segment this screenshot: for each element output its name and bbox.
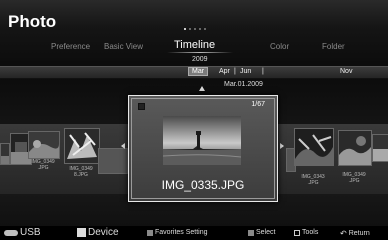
focused-photo-card[interactable]: 1/67 IMG_0335.JPG: [128, 95, 278, 202]
return-button[interactable]: ↶ Return: [340, 229, 370, 238]
date-label: Mar.01.2009: [224, 81, 263, 88]
scroll-left-icon[interactable]: [121, 143, 125, 149]
favorites-square-icon: [147, 229, 153, 236]
active-tab-underline: [167, 52, 233, 53]
photo-thumbnail[interactable]: [28, 131, 60, 159]
month-separator: |: [234, 68, 236, 75]
select-checkbox[interactable]: [138, 103, 145, 110]
photo-thumbnail[interactable]: [64, 128, 100, 164]
month-separator: |: [262, 68, 264, 75]
page-dot: [184, 28, 186, 30]
select-button[interactable]: Select: [248, 229, 275, 236]
thumbnail-caption: IMG_0349 .JPG: [342, 172, 366, 184]
return-label: Return: [348, 230, 370, 237]
caret-up-icon: [199, 86, 205, 91]
bottom-help-bar: USB Device Favorites Setting Select Tool…: [0, 226, 388, 240]
month-mar[interactable]: Mar: [188, 67, 209, 76]
photo-thumbnail[interactable]: [338, 130, 372, 166]
page-dot: [194, 28, 196, 30]
usb-label: USB: [20, 227, 41, 238]
tools-button[interactable]: Tools: [294, 229, 318, 236]
focused-photo-filename: IMG_0335.JPG: [161, 178, 245, 192]
month-nov[interactable]: Nov: [340, 68, 352, 75]
month-jun[interactable]: Jun: [240, 68, 251, 75]
device-square-icon: [77, 228, 86, 237]
month-apr[interactable]: Apr: [219, 68, 230, 75]
tab-timeline[interactable]: Timeline: [174, 39, 215, 51]
tab-basic-view[interactable]: Basic View: [104, 42, 143, 51]
photo-thumbnail[interactable]: [98, 148, 128, 174]
page-dot: [199, 28, 201, 30]
favorites-setting-button[interactable]: Favorites Setting: [147, 229, 208, 236]
page-dot: [204, 28, 206, 30]
page-indicator: [184, 28, 206, 30]
tab-color[interactable]: Color: [270, 42, 289, 51]
month-bar: Mar Apr | Jun | Nov: [0, 66, 388, 79]
favorites-label: Favorites Setting: [155, 229, 208, 236]
tab-folder[interactable]: Folder: [322, 42, 345, 51]
scroll-right-icon[interactable]: [280, 143, 284, 149]
focused-photo-image: [163, 116, 241, 165]
select-label: Select: [256, 229, 276, 236]
tools-icon: [294, 229, 300, 236]
photo-thumbnail[interactable]: [0, 143, 10, 165]
page-title: Photo: [8, 12, 57, 31]
thumbnail-caption: IMG_0343 .JPG: [301, 174, 325, 186]
usb-source-button[interactable]: USB: [4, 227, 41, 238]
photo-thumbnail[interactable]: [294, 128, 334, 166]
usb-icon: [4, 229, 18, 236]
return-icon: ↶: [340, 229, 347, 238]
tools-label: Tools: [302, 229, 319, 236]
thumbnail-caption: IMG_0349 .JPG: [31, 159, 55, 171]
select-square-icon: [248, 229, 254, 236]
device-button[interactable]: Device: [77, 227, 119, 238]
timeline-year: 2009: [192, 56, 208, 63]
photo-thumbnail[interactable]: [372, 134, 388, 162]
tab-preference[interactable]: Preference: [51, 42, 90, 51]
thumbnail-caption: IMG_0349 8.JPG: [69, 166, 93, 178]
photo-counter: 1/67: [251, 101, 265, 108]
photo-browser-screen: Photo Preference Basic View Timeline Col…: [0, 0, 388, 240]
page-dot: [189, 28, 191, 30]
device-label: Device: [88, 227, 119, 238]
